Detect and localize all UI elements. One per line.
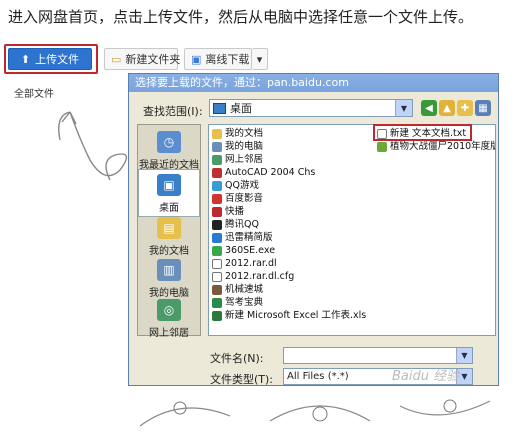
look-in-select[interactable]: 桌面 ▼ (209, 99, 413, 117)
file-label: QQ游戏 (225, 180, 259, 191)
app-icon (212, 298, 222, 308)
places-bar: ◷ 我最近的文档 ▣ 桌面 ▤ 我的文档 ▥ 我的电脑 ◎ 网上邻居 (137, 124, 201, 339)
upload-icon: ⬆ (20, 52, 31, 66)
file-label: 360SE.exe (225, 245, 276, 256)
file-icon (212, 272, 222, 282)
new-folder-icon[interactable]: ✚ (457, 100, 473, 116)
all-files-nav[interactable]: 全部文件 (14, 85, 54, 100)
desktop-small-icon (213, 102, 226, 114)
file-list: 我的文档 我的电脑 网上邻居 AutoCAD 2004 Chs QQ游戏 百度影… (208, 124, 496, 336)
list-item[interactable]: 2012.rar.dl.cfg (212, 271, 294, 283)
place-label: 网上邻居 (149, 328, 189, 339)
file-label: 网上邻居 (225, 154, 264, 165)
place-my-documents[interactable]: ▤ 我的文档 (138, 213, 200, 261)
file-icon (212, 259, 222, 269)
list-item[interactable]: 360SE.exe (212, 245, 275, 257)
list-item[interactable]: 我的电脑 (212, 141, 263, 153)
curl-arrow-doodle (58, 111, 128, 181)
list-item[interactable]: 机械速城 (212, 284, 263, 296)
dialog-title: 选择要上载的文件，通过：pan.baidu.com (129, 74, 498, 92)
list-item[interactable]: 百度影音 (212, 193, 263, 205)
network-icon: ◎ (157, 299, 181, 321)
qq-icon (212, 220, 222, 230)
file-label: 驾考宝典 (225, 297, 264, 308)
baidu-player-icon (212, 194, 222, 204)
chevron-down-icon[interactable]: ▼ (395, 100, 412, 116)
list-item[interactable]: 迅雷精简版 (212, 232, 273, 244)
new-folder-button[interactable]: ▭ 新建文件夹 (104, 48, 181, 70)
file-type-value: All Files (*.*) (287, 371, 349, 382)
app-icon (212, 285, 222, 295)
file-open-dialog: 选择要上载的文件，通过：pan.baidu.com 查找范围(I): 桌面 ▼ … (128, 73, 499, 386)
my-computer-icon: ▥ (157, 259, 181, 281)
bottom-doodles (139, 399, 491, 427)
download-icon: ▣ (191, 52, 202, 66)
file-label: 快播 (225, 206, 245, 217)
file-label: 迅雷精简版 (225, 232, 273, 243)
look-in-label: 查找范围(I): (143, 105, 203, 118)
chevron-down-icon[interactable]: ▼ (456, 348, 472, 363)
my-documents-icon: ▤ (157, 217, 181, 239)
back-icon[interactable]: ◀ (421, 100, 437, 116)
chevron-down-icon: ▾ (256, 52, 263, 66)
excel-icon (212, 311, 222, 321)
folder-icon (212, 129, 222, 139)
file-label: 机械速城 (225, 284, 264, 295)
file-name-label: 文件名(N): (210, 352, 264, 365)
list-item[interactable]: 新建 Microsoft Excel 工作表.xls (212, 310, 366, 322)
place-label: 桌面 (159, 203, 179, 214)
file-label: 腾讯QQ (225, 219, 259, 230)
desktop-icon: ▣ (157, 174, 181, 196)
list-item[interactable]: 网上邻居 (212, 154, 263, 166)
offline-download-label: 离线下载 (205, 53, 250, 66)
place-network[interactable]: ◎ 网上邻居 (138, 295, 200, 343)
file-label: 2012.rar.dl (225, 258, 277, 269)
offline-download-button[interactable]: ▣ 离线下载 (184, 48, 252, 70)
upload-file-button[interactable]: ⬆ 上传文件 (8, 48, 92, 70)
list-item[interactable]: 2012.rar.dl (212, 258, 277, 270)
recent-docs-icon: ◷ (157, 131, 181, 153)
file-highlight-box (373, 124, 472, 141)
file-label: 植物大战僵尸2010年度版 (390, 141, 496, 152)
file-label: 我的电脑 (225, 141, 264, 152)
list-item[interactable]: AutoCAD 2004 Chs (212, 167, 315, 179)
qq-game-icon (212, 181, 222, 191)
list-item[interactable]: 驾考宝典 (212, 297, 263, 309)
instruction-text: 进入网盘首页，点击上传文件，然后从电脑中选择任意一个文件上传。 (8, 8, 474, 26)
view-menu-icon[interactable]: ▦ (475, 100, 491, 116)
more-dropdown-button[interactable]: ▾ (252, 48, 268, 70)
look-in-value: 桌面 (230, 102, 252, 115)
computer-icon (212, 142, 222, 152)
thunder-icon (212, 233, 222, 243)
up-folder-icon[interactable]: ▲ (439, 100, 455, 116)
file-type-label: 文件类型(T): (210, 373, 274, 386)
place-desktop[interactable]: ▣ 桌面 (138, 169, 200, 217)
file-name-input[interactable]: ▼ (283, 347, 473, 364)
file-label: 我的文档 (225, 128, 264, 139)
list-item[interactable]: 植物大战僵尸2010年度版 (377, 141, 496, 153)
new-folder-label: 新建文件夹 (125, 53, 181, 66)
file-label: 百度影音 (225, 193, 264, 204)
file-label: AutoCAD 2004 Chs (225, 167, 316, 178)
list-item[interactable]: QQ游戏 (212, 180, 259, 192)
autocad-icon (212, 168, 222, 178)
folder-icon: ▭ (111, 52, 122, 66)
upload-button-label: 上传文件 (35, 53, 80, 66)
browser-icon (212, 246, 222, 256)
game-icon (377, 142, 387, 152)
network-icon (212, 155, 222, 165)
list-item[interactable]: 腾讯QQ (212, 219, 259, 231)
watermark: Baidu 经验 (392, 369, 460, 384)
list-item[interactable]: 我的文档 (212, 128, 263, 140)
list-item[interactable]: 快播 (212, 206, 244, 218)
qvod-icon (212, 207, 222, 217)
place-recent[interactable]: ◷ 我最近的文档 (138, 127, 200, 175)
file-label: 新建 Microsoft Excel 工作表.xls (225, 310, 367, 321)
file-label: 2012.rar.dl.cfg (225, 271, 295, 282)
